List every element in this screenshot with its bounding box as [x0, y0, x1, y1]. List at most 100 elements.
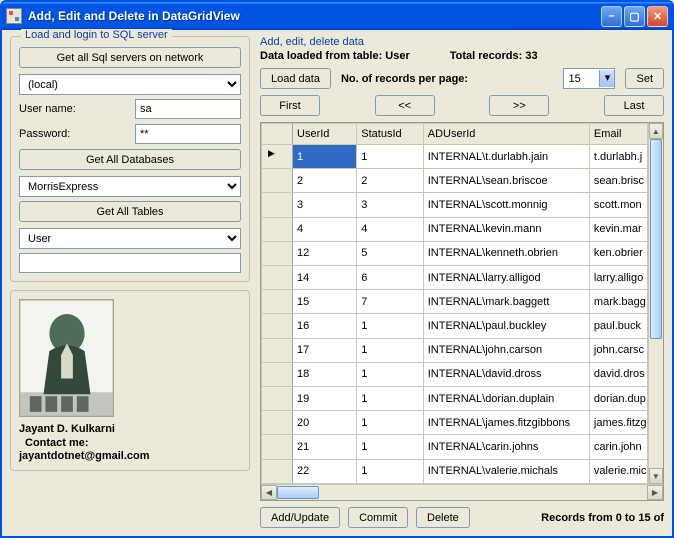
database-combo[interactable]: MorrisExpress	[19, 176, 241, 197]
row-header[interactable]	[262, 314, 293, 338]
row-header[interactable]	[262, 459, 293, 483]
horizontal-scrollbar[interactable]: ◀ ▶	[261, 484, 663, 500]
cell[interactable]: INTERNAL\john.carson	[423, 338, 589, 362]
table-row[interactable]: 181INTERNAL\david.drossdavid.dros	[262, 362, 648, 386]
cell[interactable]: 3	[357, 193, 423, 217]
table-row[interactable]: 22INTERNAL\sean.briscoesean.brisc	[262, 169, 648, 193]
scroll-left-icon[interactable]: ◀	[261, 485, 277, 500]
table-row[interactable]: 125INTERNAL\kenneth.obrienken.obrier	[262, 241, 648, 265]
minimize-button[interactable]: –	[601, 6, 622, 27]
cell[interactable]: INTERNAL\kevin.mann	[423, 217, 589, 241]
get-tables-button[interactable]: Get All Tables	[19, 201, 241, 222]
cell[interactable]: INTERNAL\scott.monnig	[423, 193, 589, 217]
cell[interactable]: 7	[357, 290, 423, 314]
row-header[interactable]	[262, 387, 293, 411]
password-input[interactable]	[135, 124, 241, 144]
row-header[interactable]	[262, 145, 293, 169]
cell[interactable]: james.fitzg	[589, 411, 647, 435]
cell[interactable]: INTERNAL\dorian.duplain	[423, 387, 589, 411]
cell[interactable]: john.carsc	[589, 338, 647, 362]
row-header[interactable]	[262, 290, 293, 314]
cell[interactable]: 12	[293, 241, 357, 265]
column-header[interactable]: Email	[589, 124, 647, 145]
table-row[interactable]: 191INTERNAL\dorian.duplaindorian.dup	[262, 387, 648, 411]
cell[interactable]: 14	[293, 266, 357, 290]
maximize-button[interactable]: ▢	[624, 6, 645, 27]
commit-button[interactable]: Commit	[348, 507, 408, 528]
cell[interactable]: INTERNAL\larry.alligod	[423, 266, 589, 290]
cell[interactable]: kevin.mar	[589, 217, 647, 241]
scroll-down-icon[interactable]: ▼	[649, 468, 663, 484]
table-row[interactable]: 211INTERNAL\carin.johnscarin.john	[262, 435, 648, 459]
cell[interactable]: INTERNAL\paul.buckley	[423, 314, 589, 338]
column-header[interactable]: ADUserId	[423, 124, 589, 145]
cell[interactable]: 16	[293, 314, 357, 338]
cell[interactable]: 15	[293, 290, 357, 314]
cell[interactable]: INTERNAL\kenneth.obrien	[423, 241, 589, 265]
table-row[interactable]: 11INTERNAL\t.durlabh.jaint.durlabh.j	[262, 145, 648, 169]
add-update-button[interactable]: Add/Update	[260, 507, 340, 528]
table-row[interactable]: 146INTERNAL\larry.alligodlarry.alligo	[262, 266, 648, 290]
cell[interactable]: INTERNAL\t.durlabh.jain	[423, 145, 589, 169]
cell[interactable]: INTERNAL\james.fitzgibbons	[423, 411, 589, 435]
row-header[interactable]	[262, 362, 293, 386]
cell[interactable]: 1	[357, 145, 423, 169]
scroll-thumb[interactable]	[277, 486, 319, 499]
cell[interactable]: 2	[293, 169, 357, 193]
next-button[interactable]: >>	[489, 95, 549, 116]
table-combo[interactable]: User	[19, 228, 241, 249]
cell[interactable]: INTERNAL\sean.briscoe	[423, 169, 589, 193]
cell[interactable]: 4	[357, 217, 423, 241]
table-row[interactable]: 201INTERNAL\james.fitzgibbonsjames.fitzg	[262, 411, 648, 435]
get-servers-button[interactable]: Get all Sql servers on network	[19, 47, 241, 68]
cell[interactable]: sean.brisc	[589, 169, 647, 193]
get-databases-button[interactable]: Get All Databases	[19, 149, 241, 170]
cell[interactable]: INTERNAL\valerie.michals	[423, 459, 589, 483]
cell[interactable]: 1	[357, 338, 423, 362]
column-header[interactable]: UserId	[293, 124, 357, 145]
table-row[interactable]: 44INTERNAL\kevin.mannkevin.mar	[262, 217, 648, 241]
cell[interactable]: 1	[357, 362, 423, 386]
cell[interactable]: INTERNAL\david.dross	[423, 362, 589, 386]
row-header-corner[interactable]	[262, 124, 293, 145]
cell[interactable]: 1	[357, 459, 423, 483]
load-data-button[interactable]: Load data	[260, 68, 331, 89]
extra-input[interactable]	[19, 253, 241, 273]
data-grid[interactable]: UserId StatusId ADUserId Email 11INTERNA…	[260, 122, 664, 501]
table-row[interactable]: 171INTERNAL\john.carsonjohn.carsc	[262, 338, 648, 362]
row-header[interactable]	[262, 217, 293, 241]
row-header[interactable]	[262, 193, 293, 217]
first-button[interactable]: First	[260, 95, 320, 116]
cell[interactable]: 1	[357, 411, 423, 435]
cell[interactable]: 1	[357, 435, 423, 459]
cell[interactable]: INTERNAL\mark.baggett	[423, 290, 589, 314]
cell[interactable]: 6	[357, 266, 423, 290]
cell[interactable]: carin.john	[589, 435, 647, 459]
cell[interactable]: paul.buck	[589, 314, 647, 338]
delete-button[interactable]: Delete	[416, 507, 470, 528]
cell[interactable]: 17	[293, 338, 357, 362]
cell[interactable]: 18	[293, 362, 357, 386]
cell[interactable]: 22	[293, 459, 357, 483]
username-input[interactable]	[135, 99, 241, 119]
cell[interactable]: scott.mon	[589, 193, 647, 217]
cell[interactable]: 19	[293, 387, 357, 411]
vertical-scrollbar[interactable]: ▲ ▼	[648, 123, 663, 484]
server-combo[interactable]: (local)	[19, 74, 241, 95]
cell[interactable]: valerie.mic	[589, 459, 647, 483]
row-header[interactable]	[262, 169, 293, 193]
column-header[interactable]: StatusId	[357, 124, 423, 145]
cell[interactable]: 3	[293, 193, 357, 217]
cell[interactable]: ken.obrier	[589, 241, 647, 265]
cell[interactable]: david.dros	[589, 362, 647, 386]
row-header[interactable]	[262, 266, 293, 290]
cell[interactable]: 5	[357, 241, 423, 265]
table-row[interactable]: 221INTERNAL\valerie.michalsvalerie.mic	[262, 459, 648, 483]
close-button[interactable]: ✕	[647, 6, 668, 27]
cell[interactable]: 21	[293, 435, 357, 459]
cell[interactable]: INTERNAL\carin.johns	[423, 435, 589, 459]
cell[interactable]: 4	[293, 217, 357, 241]
cell[interactable]: 20	[293, 411, 357, 435]
prev-button[interactable]: <<	[375, 95, 435, 116]
table-row[interactable]: 33INTERNAL\scott.monnigscott.mon	[262, 193, 648, 217]
